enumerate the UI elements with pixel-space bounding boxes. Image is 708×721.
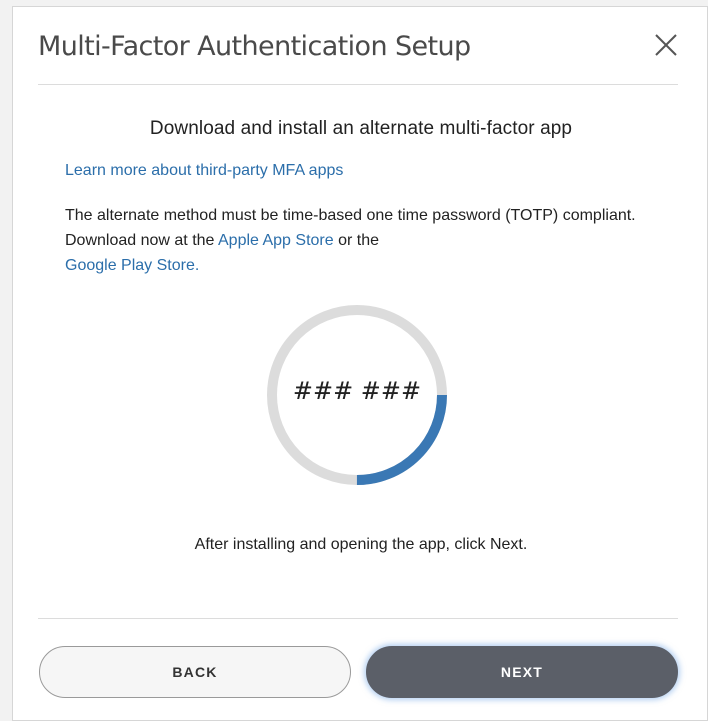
back-button[interactable]: BACK — [39, 646, 351, 698]
learn-more-link[interactable]: Learn more about third-party MFA apps — [65, 162, 343, 180]
description-text: The alternate method must be time-based … — [65, 203, 685, 278]
close-button[interactable] — [650, 29, 682, 61]
close-icon — [655, 34, 677, 56]
dialog-header: Multi-Factor Authentication Setup — [38, 7, 678, 85]
timer-code: ### ### — [292, 377, 422, 405]
totp-timer: ### ### — [265, 303, 449, 487]
mfa-setup-dialog: Multi-Factor Authentication Setup Downlo… — [12, 6, 708, 721]
google-play-store-link[interactable]: Google Play Store. — [65, 257, 199, 274]
next-instruction: After installing and opening the app, cl… — [194, 536, 528, 553]
section-subtitle: Download and install an alternate multi-… — [149, 118, 573, 139]
footer-divider — [38, 618, 678, 619]
description-part2: or the — [333, 232, 379, 249]
next-button[interactable]: NEXT — [366, 646, 678, 698]
dialog-title: Multi-Factor Authentication Setup — [38, 31, 471, 62]
apple-app-store-link[interactable]: Apple App Store — [218, 232, 334, 249]
